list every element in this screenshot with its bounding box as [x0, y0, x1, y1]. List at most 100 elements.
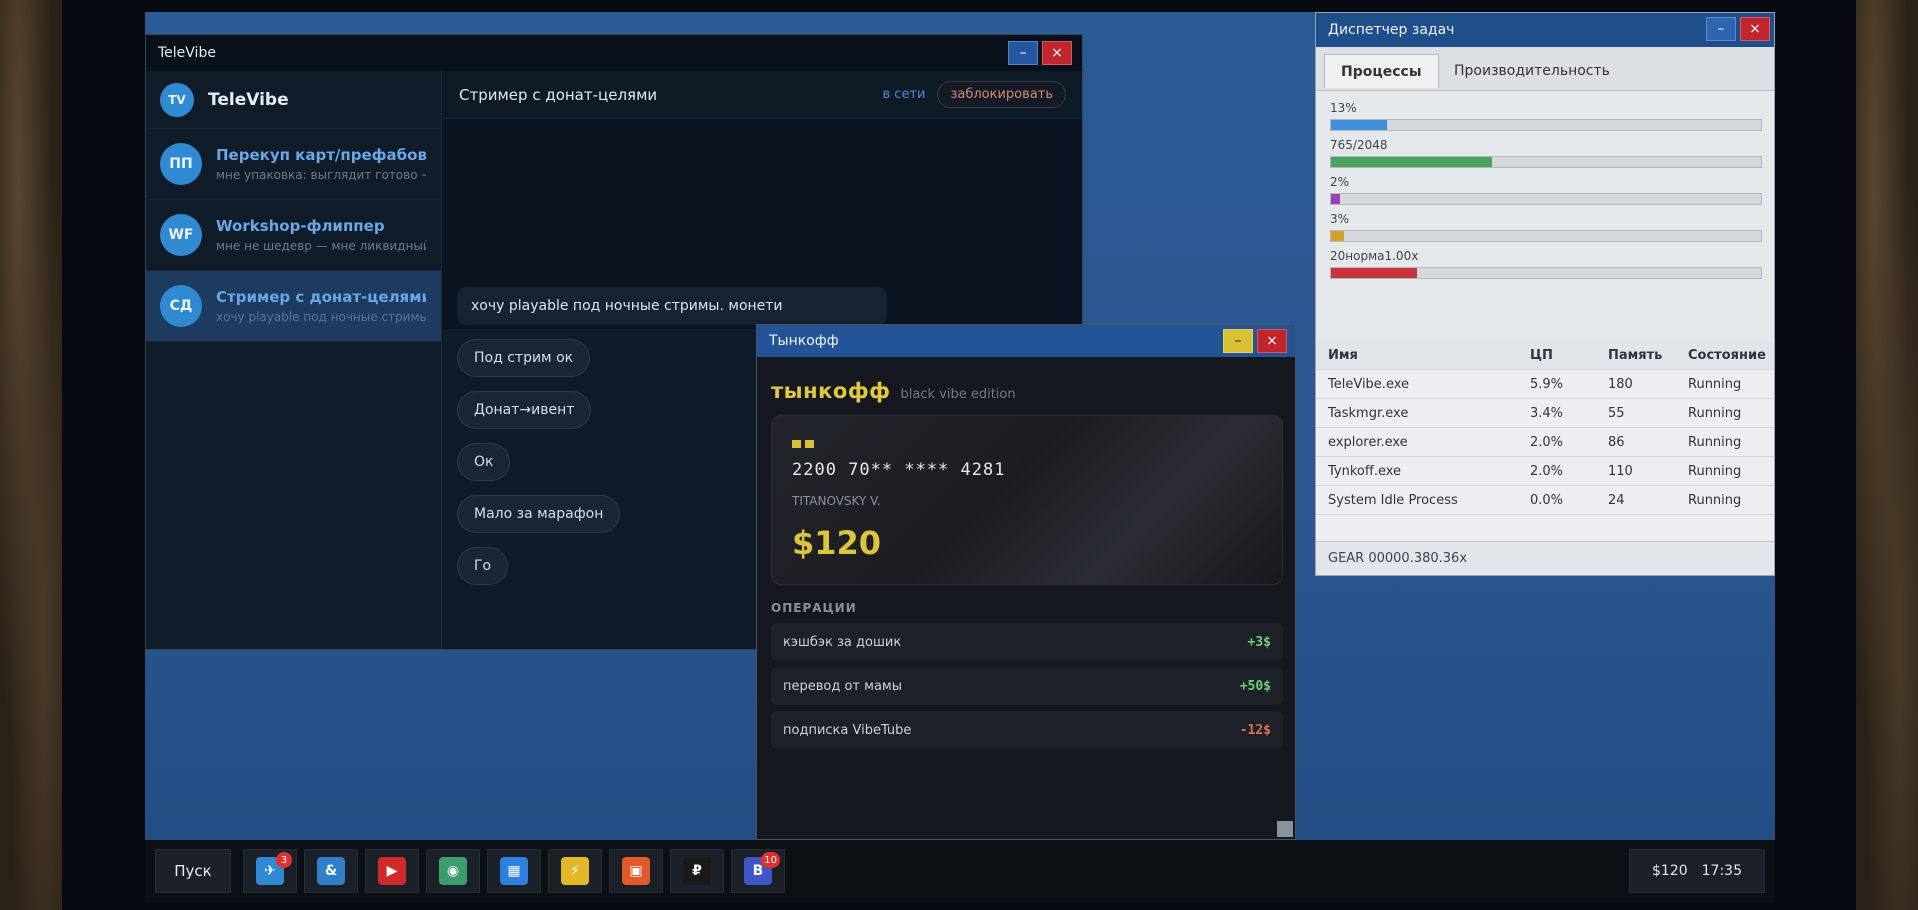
chat-title: Workshop-флиппер [216, 217, 385, 235]
quick-reply-button[interactable]: Мало за марафон [457, 495, 621, 533]
chat-item[interactable]: ПП Перекуп карт/префабов мне упаковка: в… [146, 129, 441, 200]
taskbar-app-video[interactable]: ▶ [365, 849, 419, 893]
taskbar-app-b-app[interactable]: B 10 [731, 849, 785, 893]
network-bar-fill [1331, 231, 1344, 241]
quick-reply-button[interactable]: Донат→ивент [457, 391, 592, 429]
taskbar-app-ampersand[interactable]: & [304, 849, 358, 893]
quick-reply-button[interactable]: Под стрим ок [457, 339, 591, 377]
card-number: 2200 70** **** 4281 [792, 460, 1006, 480]
chat-header: Стример с донат-целями в сети заблокиров… [443, 71, 1082, 119]
table-row[interactable]: Taskmgr.exe 3.4% 55 Running [1316, 399, 1774, 428]
wallpaper-left [0, 0, 62, 910]
taskbar-app-gift[interactable]: ▣ [609, 849, 663, 893]
block-button[interactable]: заблокировать [937, 81, 1066, 108]
task-manager-window: Диспетчер задач – × Процессы Производите… [1315, 12, 1775, 576]
tray-balance: $120 [1652, 863, 1688, 879]
memory-bar-fill [1331, 157, 1492, 167]
process-memory: 86 [1608, 434, 1625, 450]
process-table: Имя ЦП Память Состояние TeleVibe.exe 5.9… [1316, 341, 1774, 551]
chat-item-active[interactable]: СД Стример с донат-целями хочу playable … [146, 271, 441, 342]
bank-card[interactable]: 2200 70** **** 4281 TITANOVSKY V. $120 [771, 415, 1283, 585]
operation-row[interactable]: перевод от мамы +50$ [771, 667, 1283, 705]
taskbar-app-bolt[interactable]: ⚡ [548, 849, 602, 893]
taskbar-app-telegram[interactable]: ✈ 3 [243, 849, 297, 893]
avatar: WF [160, 214, 202, 256]
operation-row[interactable]: кэшбэк за дошик +3$ [771, 623, 1283, 661]
operation-label: подписка VibeTube [783, 722, 912, 738]
process-cpu: 3.4% [1530, 405, 1564, 421]
tab-performance[interactable]: Производительность [1438, 54, 1626, 88]
process-state: Running [1688, 405, 1742, 421]
column-state[interactable]: Состояние [1688, 348, 1766, 363]
chat-item[interactable]: WF Workshop-флиппер мне не шедевр — мне … [146, 200, 441, 271]
process-state: Running [1688, 492, 1742, 508]
memory-bar [1330, 156, 1762, 168]
card-chip-icon [792, 440, 814, 448]
tab-bar: Процессы Производительность [1316, 47, 1774, 91]
process-memory: 110 [1608, 463, 1633, 479]
quick-reply-button[interactable]: Го [457, 547, 509, 585]
table-row[interactable]: TeleVibe.exe 5.9% 180 Running [1316, 370, 1774, 399]
process-state: Running [1688, 463, 1742, 479]
avatar: ПП [160, 143, 202, 185]
column-name[interactable]: Имя [1328, 348, 1358, 363]
online-status: в сети [882, 87, 926, 102]
column-cpu[interactable]: ЦП [1530, 348, 1553, 363]
table-row[interactable]: Tynkoff.exe 2.0% 110 Running [1316, 457, 1774, 486]
chat-title: Стример с донат-целями [216, 288, 426, 306]
window-title: TeleVibe [158, 45, 216, 61]
table-row[interactable]: explorer.exe 2.0% 86 Running [1316, 428, 1774, 457]
operation-label: кэшбэк за дошик [783, 634, 902, 650]
taskbar: Пуск ✈ 3 & ▶ ◉ ▦ ⚡ ▣ ₽ B 10 $120 17:35 [145, 840, 1775, 902]
status-bar: GEAR 00000.380.36x [1316, 541, 1774, 575]
resize-handle[interactable] [1277, 821, 1293, 837]
taskbar-app-ruble[interactable]: ₽ [670, 849, 724, 893]
card-balance: $120 [792, 524, 882, 562]
table-row[interactable]: System Idle Process 0.0% 24 Running [1316, 486, 1774, 515]
chat-header-title: Стример с донат-целями [459, 85, 658, 104]
table-header: Имя ЦП Память Состояние [1316, 341, 1774, 370]
operation-row[interactable]: подписка VibeTube -12$ [771, 711, 1283, 749]
process-memory: 180 [1608, 376, 1633, 392]
bank-brand: тынкофф black vibe edition [771, 379, 1016, 403]
chat-title: Перекуп карт/префабов [216, 146, 426, 164]
tab-processes[interactable]: Процессы [1324, 54, 1439, 88]
taskbar-app-browser[interactable]: ◉ [426, 849, 480, 893]
ruble-icon: ₽ [683, 857, 711, 885]
avatar: СД [160, 285, 202, 327]
network-bar [1330, 230, 1762, 242]
cpu-label: 13% [1330, 101, 1357, 115]
message-area: хочу playable под ночные стримы. монети [443, 119, 1082, 329]
operation-amount: +3$ [1247, 634, 1271, 650]
brand-avatar: TV [160, 82, 194, 117]
system-tray[interactable]: $120 17:35 [1629, 849, 1765, 893]
quick-reply-button[interactable]: Ок [457, 443, 511, 481]
process-name: TeleVibe.exe [1328, 376, 1410, 392]
taskbar-app-windows[interactable]: ▦ [487, 849, 541, 893]
column-memory[interactable]: Память [1608, 348, 1662, 363]
minimize-button[interactable]: – [1706, 17, 1736, 41]
close-button[interactable]: × [1042, 41, 1072, 65]
minimize-button[interactable]: – [1008, 41, 1038, 65]
chat-sidebar: TV TeleVibe ПП Перекуп карт/префабов мне… [146, 71, 442, 649]
start-button[interactable]: Пуск [155, 849, 231, 893]
process-name: explorer.exe [1328, 434, 1408, 450]
televibe-titlebar[interactable]: TeleVibe [146, 35, 1082, 71]
network-label: 3% [1330, 212, 1350, 226]
process-name: Tynkoff.exe [1328, 463, 1402, 479]
ampersand-icon: & [317, 857, 345, 885]
bank-edition: black vibe edition [900, 387, 1016, 402]
tynkoff-window: Тынкофф – × тынкофф black vibe edition 2… [756, 324, 1296, 840]
tynkoff-titlebar[interactable]: Тынкофф [757, 325, 1295, 357]
gpu-label: 20норма1.00x [1330, 249, 1419, 263]
process-state: Running [1688, 376, 1742, 392]
minimize-button[interactable]: – [1223, 329, 1253, 353]
close-button[interactable]: × [1257, 329, 1287, 353]
process-cpu: 2.0% [1530, 463, 1564, 479]
disk-bar-fill [1331, 194, 1340, 204]
close-button[interactable]: × [1740, 17, 1770, 41]
browser-icon: ◉ [439, 857, 467, 885]
clock: 17:35 [1701, 863, 1742, 879]
process-cpu: 2.0% [1530, 434, 1564, 450]
gpu-bar-fill [1331, 268, 1417, 278]
